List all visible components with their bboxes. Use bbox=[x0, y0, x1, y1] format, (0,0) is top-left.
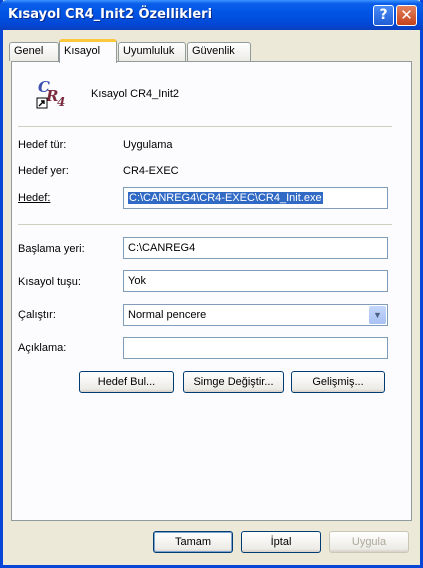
tab-security-label: Güvenlik bbox=[192, 45, 235, 57]
start-in-input[interactable]: C:\CANREG4 bbox=[123, 237, 388, 259]
tab-shortcut-label: Kısayol bbox=[64, 45, 101, 57]
ok-button[interactable]: Tamam bbox=[153, 531, 233, 553]
run-select-value: Normal pencere bbox=[128, 309, 207, 321]
run-label: Çalıştır: bbox=[18, 309, 56, 321]
hotkey-label: Kısayol tuşu: bbox=[18, 276, 81, 288]
target-type-value: Uygulama bbox=[123, 139, 173, 151]
tab-compatibility[interactable]: Uyumluluk bbox=[118, 42, 186, 61]
chevron-down-icon[interactable]: ▼ bbox=[369, 306, 386, 324]
tab-security[interactable]: Güvenlik bbox=[187, 42, 251, 61]
target-location-label: Hedef yer: bbox=[18, 165, 69, 177]
window-title: Kısayol CR4_Init2 Özellikleri bbox=[8, 7, 213, 22]
target-location-value: CR4-EXEC bbox=[123, 165, 179, 177]
properties-dialog: Kısayol CR4_Init2 Özellikleri ? ✕ Genel … bbox=[0, 0, 423, 568]
title-bar[interactable]: Kısayol CR4_Init2 Özellikleri ? ✕ bbox=[0, 0, 423, 30]
hotkey-input[interactable]: Yok bbox=[123, 270, 388, 292]
shortcut-app-icon: C R 4 bbox=[36, 77, 68, 109]
target-input-value: C:\CANREG4\CR4-EXEC\CR4_Init.exe bbox=[128, 192, 323, 204]
help-icon[interactable]: ? bbox=[373, 5, 394, 26]
advanced-button[interactable]: Gelişmiş... bbox=[291, 371, 385, 393]
apply-button[interactable]: Uygula bbox=[329, 531, 409, 553]
close-icon[interactable]: ✕ bbox=[396, 5, 417, 26]
target-input[interactable]: C:\CANREG4\CR4-EXEC\CR4_Init.exe bbox=[123, 187, 388, 209]
tab-general[interactable]: Genel bbox=[9, 42, 59, 61]
separator bbox=[18, 224, 392, 225]
svg-text:4: 4 bbox=[57, 95, 65, 109]
tab-general-label: Genel bbox=[14, 45, 44, 57]
comment-label: Açıklama: bbox=[18, 342, 67, 354]
tab-shortcut[interactable]: Kısayol bbox=[59, 39, 117, 63]
run-select[interactable]: Normal pencere ▼ bbox=[123, 304, 388, 326]
separator bbox=[18, 126, 392, 127]
start-in-label: Başlama yeri: bbox=[18, 243, 85, 255]
shortcut-name: Kısayol CR4_Init2 bbox=[91, 88, 180, 100]
target-label: Hedef: bbox=[18, 192, 51, 204]
cancel-button[interactable]: İptal bbox=[241, 531, 321, 553]
tab-compatibility-label: Uyumluluk bbox=[123, 45, 175, 57]
comment-input[interactable] bbox=[123, 337, 388, 359]
find-target-button[interactable]: Hedef Bul... bbox=[79, 371, 174, 393]
change-icon-button[interactable]: Simge Değiştir... bbox=[183, 371, 284, 393]
target-type-label: Hedef tür: bbox=[18, 139, 67, 151]
